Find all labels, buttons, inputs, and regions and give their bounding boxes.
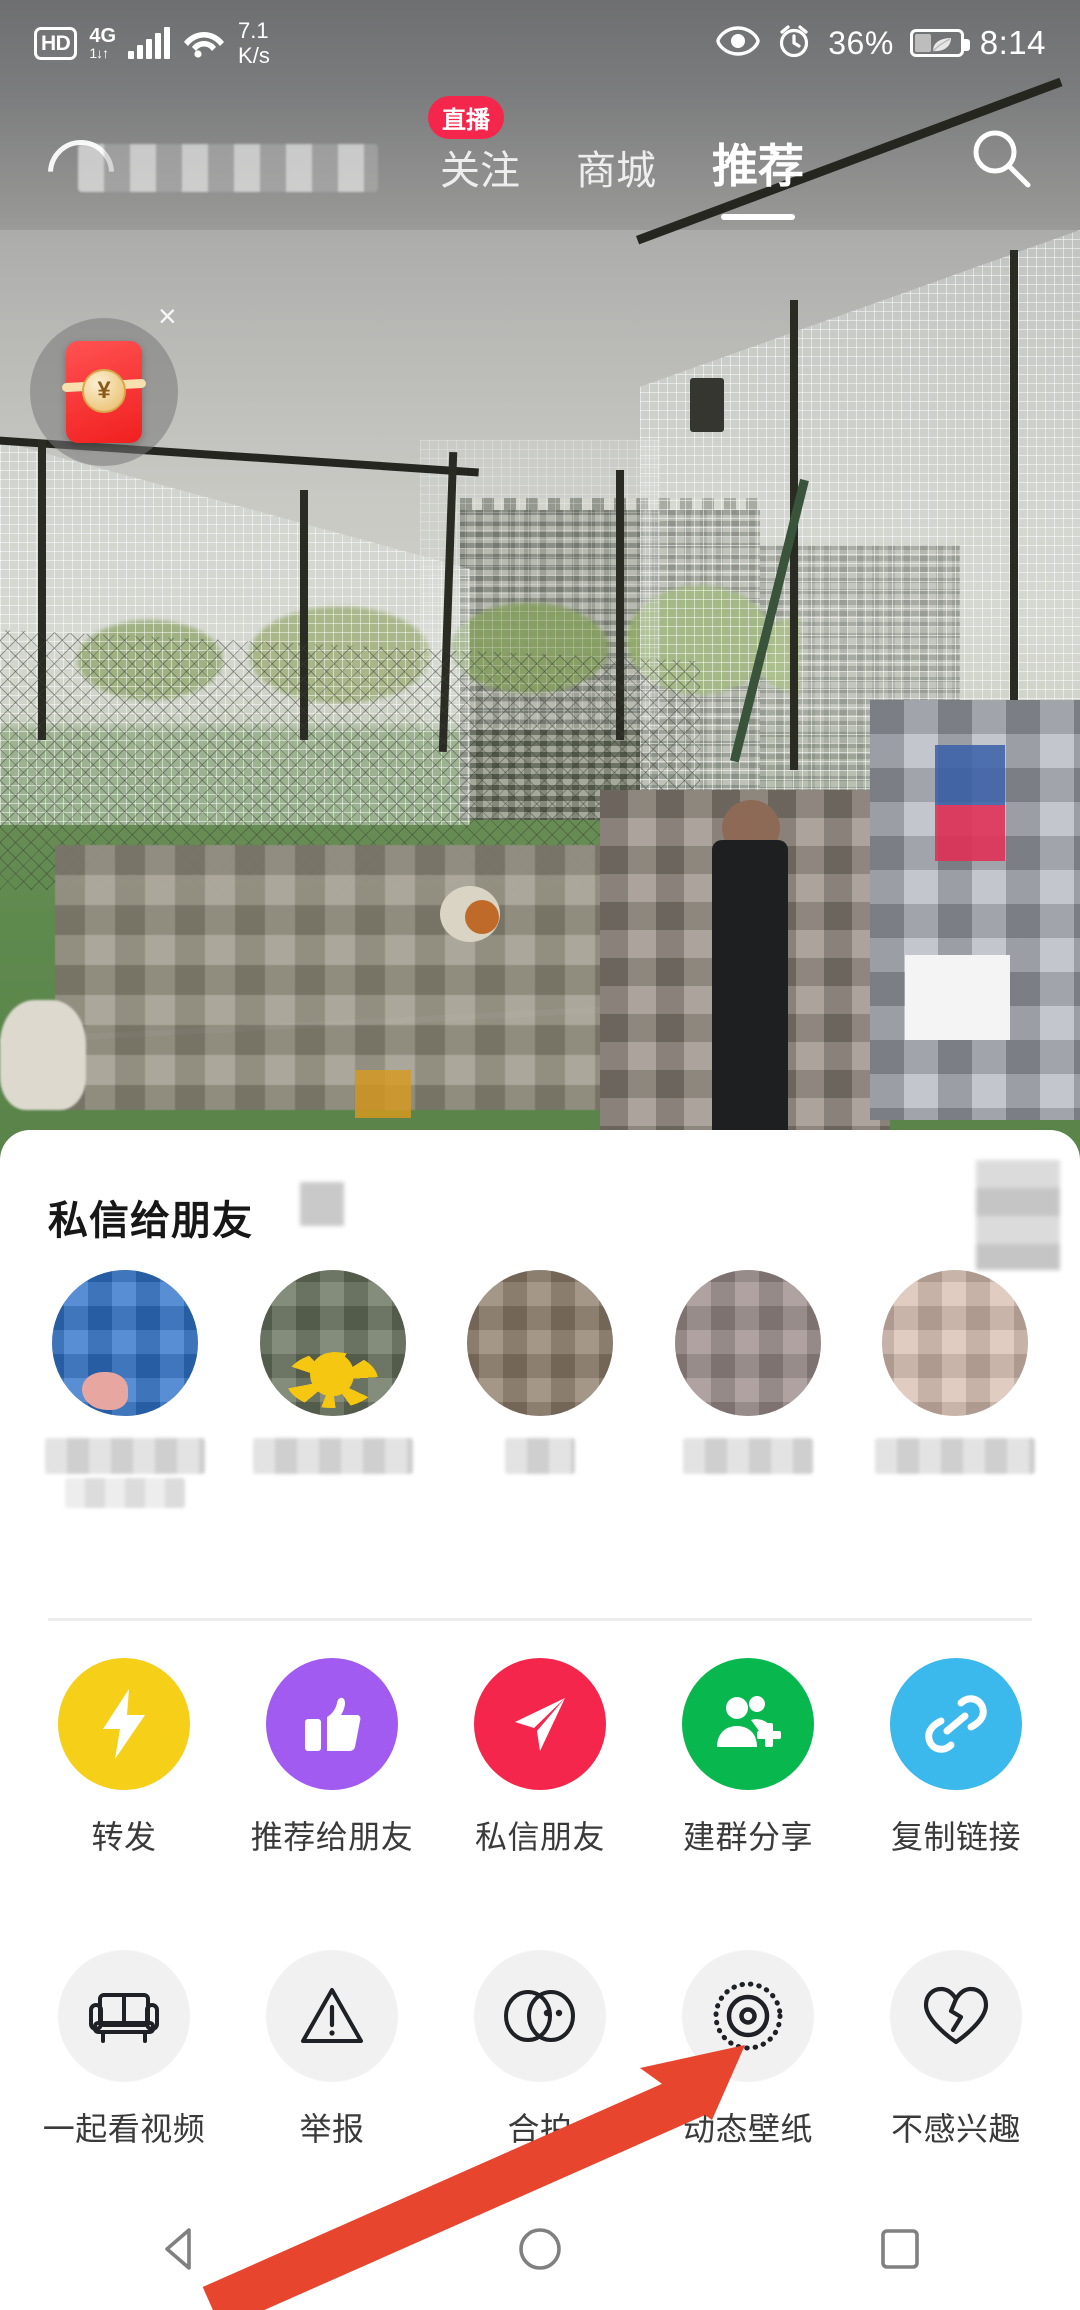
tab-mall[interactable]: 商城: [576, 138, 656, 202]
friend-name-redacted: [252, 1438, 413, 1474]
search-icon[interactable]: [966, 124, 1036, 199]
action-forward[interactable]: 转发: [44, 1658, 204, 1858]
friend-item[interactable]: [455, 1270, 625, 1590]
friend-name-redacted: [505, 1438, 575, 1474]
lightning-bolt-icon: [58, 1658, 190, 1790]
recents-square-icon[interactable]: [840, 2222, 960, 2276]
thumbs-up-icon: [266, 1658, 398, 1790]
network-type-icon: 4G 1↓↑: [89, 25, 117, 61]
action-create-group-share[interactable]: 建群分享: [668, 1658, 828, 1858]
paper-plane-icon: [474, 1658, 606, 1790]
blurred-animal: [0, 1000, 86, 1110]
status-bar-left: HD 4G 1↓↑ 7.1 K/s: [34, 18, 270, 68]
tab-mall-label: 商城: [576, 149, 656, 193]
link-chain-icon: [890, 1658, 1022, 1790]
friend-name-redacted: [45, 1438, 205, 1474]
action-not-interested[interactable]: 不感兴趣: [876, 1950, 1036, 2150]
action-live-wallpaper-label: 动态壁纸: [682, 2111, 813, 2147]
nav-tabs: 直播 关注 商城 推荐: [428, 96, 804, 220]
friend-name-redacted: [682, 1438, 813, 1474]
action-duet[interactable]: 合拍: [460, 1950, 620, 2150]
friend-avatar-4[interactable]: [674, 1270, 821, 1416]
divider: [48, 1618, 1032, 1621]
friend-name-redacted: [65, 1478, 185, 1508]
network-speed: 7.1 K/s: [238, 18, 270, 68]
action-copy-link-label: 复制链接: [890, 1819, 1021, 1855]
close-icon[interactable]: ×: [158, 300, 177, 332]
action-live-wallpaper[interactable]: 动态壁纸: [668, 1950, 828, 2150]
friend-item[interactable]: [870, 1270, 1040, 1590]
data-arrows-icon: 1↓↑: [89, 45, 109, 61]
sofa-icon: [58, 1950, 190, 2082]
action-report[interactable]: 举报: [252, 1950, 412, 2150]
tab-follow[interactable]: 直播 关注: [428, 96, 520, 202]
redacted-text: [300, 1182, 344, 1226]
action-copy-link[interactable]: 复制链接: [876, 1658, 1036, 1858]
friend-avatar-3[interactable]: [467, 1270, 613, 1416]
friend-avatar-2[interactable]: [259, 1270, 406, 1416]
warning-triangle-icon: [266, 1950, 398, 2082]
blurred-object: [355, 1070, 411, 1118]
blurred-object: [905, 955, 1010, 1040]
redacted-text: [976, 1160, 1060, 1270]
duet-circles-icon: [474, 1950, 606, 2082]
action-create-group-label: 建群分享: [682, 1819, 813, 1855]
live-wallpaper-icon: [682, 1950, 814, 2082]
action-forward-label: 转发: [91, 1819, 157, 1855]
hd-icon: HD: [34, 26, 78, 60]
add-group-icon: [682, 1658, 814, 1790]
tab-active-underline: [721, 214, 795, 220]
blurred-object: [935, 805, 1005, 861]
android-navigation-bar: [0, 2188, 1080, 2310]
battery-icon: [909, 29, 970, 57]
broken-heart-icon: [890, 1950, 1022, 2082]
tab-follow-label: 关注: [440, 149, 520, 193]
friend-avatar-1[interactable]: [52, 1270, 198, 1416]
yuan-coin-icon: ¥: [82, 369, 126, 413]
wifi-icon: [182, 24, 226, 63]
live-badge[interactable]: 直播: [428, 96, 504, 139]
share-action-row-primary: 转发 推荐给朋友 私信朋友 建群分享 复制链接: [0, 1658, 1080, 1858]
action-recommend-to-friend[interactable]: 推荐给朋友: [250, 1658, 414, 1858]
tab-recommend[interactable]: 推荐: [712, 130, 804, 220]
action-direct-message-label: 私信朋友: [474, 1819, 605, 1855]
status-bar: HD 4G 1↓↑ 7.1 K/s 36% 8:14: [0, 0, 1080, 86]
share-bottom-sheet: 私信给朋友 转发 推荐给朋友 私信朋友 建群分享 复制链接 一起看视频 举报 合…: [0, 1130, 1080, 2310]
clock: 8:14: [979, 24, 1046, 61]
fence-pole: [1010, 250, 1018, 770]
home-circle-icon[interactable]: [480, 2222, 600, 2276]
blurred-object: [935, 745, 1005, 805]
friend-item[interactable]: [248, 1270, 418, 1590]
eye-comfort-icon: [716, 25, 760, 61]
back-triangle-icon[interactable]: [120, 2222, 240, 2276]
action-report-label: 举报: [299, 2111, 365, 2147]
friend-name-redacted: [875, 1438, 1035, 1474]
action-not-interested-label: 不感兴趣: [890, 2111, 1021, 2147]
action-duet-label: 合拍: [507, 2111, 573, 2147]
action-recommend-label: 推荐给朋友: [250, 1819, 414, 1855]
red-envelope-icon: ¥: [61, 341, 147, 443]
person-body: [712, 840, 788, 1130]
share-action-row-secondary: 一起看视频 举报 合拍 动态壁纸 不感兴趣: [0, 1950, 1080, 2150]
friends-avatar-row: [0, 1270, 1080, 1590]
tab-recommend-label: 推荐: [712, 140, 804, 192]
status-bar-right: 36% 8:14: [716, 23, 1046, 64]
red-envelope-floating-button[interactable]: ¥: [30, 318, 178, 466]
action-watch-together[interactable]: 一起看视频: [42, 1950, 206, 2150]
alarm-clock-icon: [776, 23, 812, 64]
signal-bars-icon: [128, 27, 171, 59]
action-watch-together-label: 一起看视频: [42, 2111, 206, 2147]
sheet-title: 私信给朋友: [48, 1199, 253, 1243]
friend-item[interactable]: [40, 1270, 210, 1590]
mounted-camera: [690, 378, 724, 432]
battery-percent: 36%: [828, 24, 894, 61]
friend-avatar-5[interactable]: [882, 1270, 1028, 1416]
top-navigation: 直播 关注 商城 推荐: [0, 96, 1080, 220]
blurred-object: [465, 900, 499, 934]
action-direct-message[interactable]: 私信朋友: [460, 1658, 620, 1858]
redacted-username: [78, 144, 378, 192]
friend-item[interactable]: [663, 1270, 833, 1590]
